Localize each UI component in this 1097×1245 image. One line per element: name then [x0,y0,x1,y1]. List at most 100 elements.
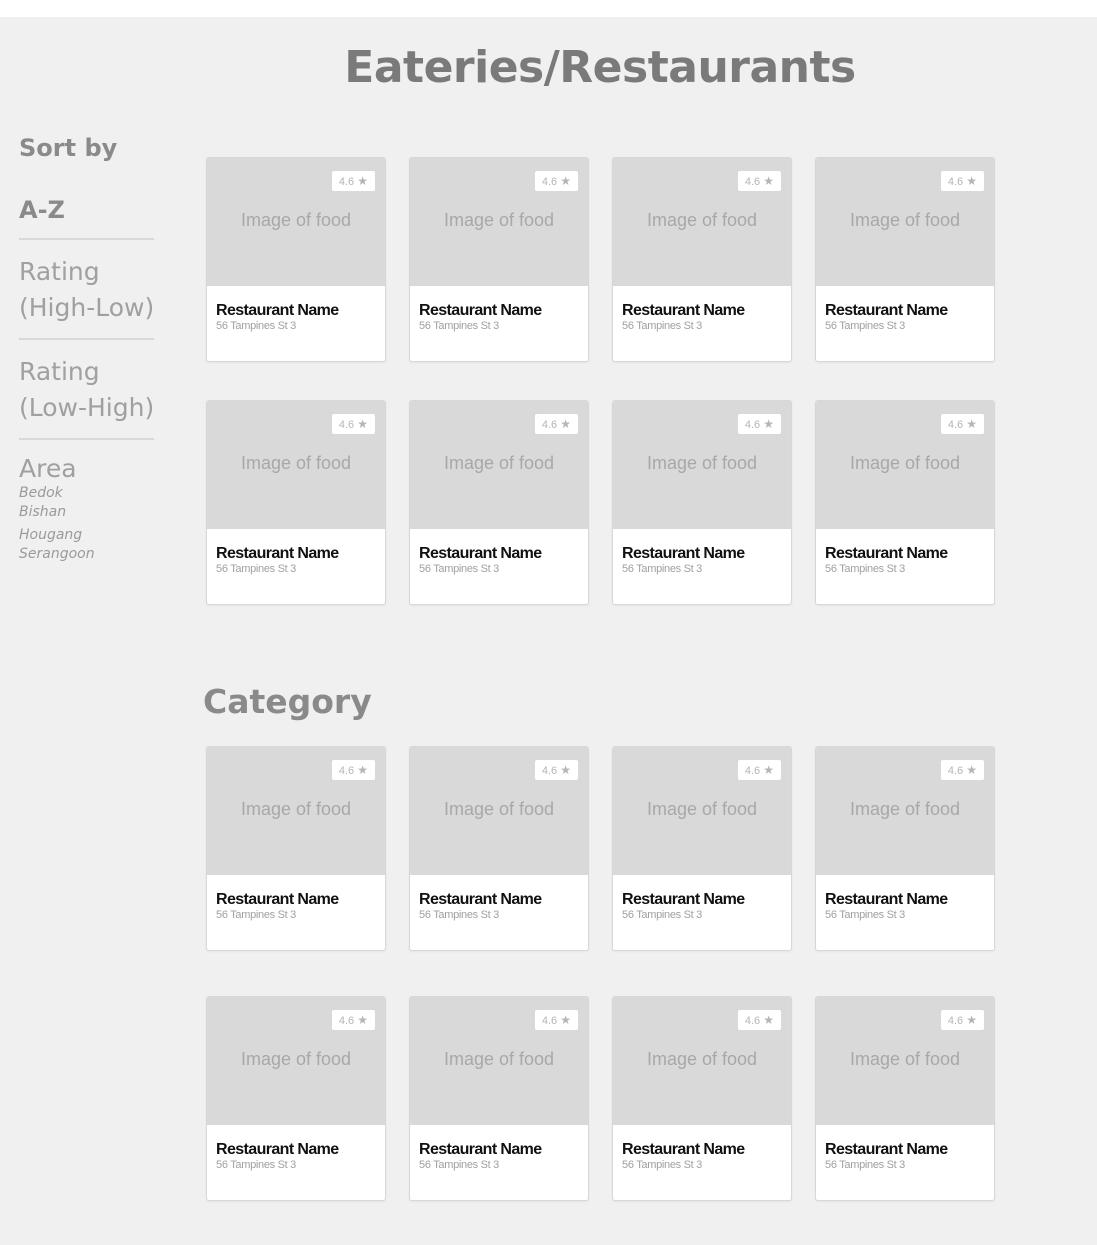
restaurant-name: Restaurant Name [419,545,542,562]
food-image-placeholder: 4.6 ★ Image of food [207,997,385,1125]
restaurant-address: 56 Tampines St 3 [419,320,499,332]
rating-value: 4.6 [947,419,964,431]
restaurant-card[interactable]: 4.6 ★ Image of food Restaurant Name 56 T… [815,996,995,1201]
rating-value: 4.6 [338,765,355,777]
restaurant-name: Restaurant Name [419,302,542,319]
food-image-placeholder: 4.6 ★ Image of food [410,997,588,1125]
restaurant-card[interactable]: 4.6 ★ Image of food Restaurant Name 56 T… [206,996,386,1201]
restaurant-card[interactable]: 4.6 ★ Image of food Restaurant Name 56 T… [612,746,792,951]
sort-option-rating-high-low[interactable]: Rating (High-Low) [19,254,169,326]
food-image-placeholder: 4.6 ★ Image of food [207,747,385,875]
restaurant-address: 56 Tampines St 3 [825,909,905,921]
restaurant-card[interactable]: 4.6 ★ Image of food Restaurant Name 56 T… [815,746,995,951]
restaurant-card[interactable]: 4.6 ★ Image of food Restaurant Name 56 T… [409,157,589,362]
restaurant-card[interactable]: 4.6 ★ Image of food Restaurant Name 56 T… [815,400,995,605]
sidebar-divider [19,438,154,440]
restaurant-name: Restaurant Name [825,302,948,319]
rating-badge: 4.6 ★ [534,1010,578,1030]
image-placeholder-text: Image of food [646,799,758,819]
restaurant-card[interactable]: 4.6 ★ Image of food Restaurant Name 56 T… [612,996,792,1201]
card-body: Restaurant Name 56 Tampines St 3 [410,529,588,576]
food-image-placeholder: 4.6 ★ Image of food [207,158,385,286]
rating-value: 4.6 [947,1015,964,1027]
card-body: Restaurant Name 56 Tampines St 3 [613,1125,791,1172]
star-icon: ★ [357,763,368,777]
image-placeholder-text: Image of food [849,210,961,230]
restaurant-card[interactable]: 4.6 ★ Image of food Restaurant Name 56 T… [612,400,792,605]
rating-value: 4.6 [744,765,761,777]
sort-option-a-z[interactable]: A-Z [19,194,169,226]
restaurant-card[interactable]: 4.6 ★ Image of food Restaurant Name 56 T… [206,157,386,362]
restaurant-address: 56 Tampines St 3 [419,1159,499,1171]
restaurant-address: 56 Tampines St 3 [216,1159,296,1171]
rating-badge: 4.6 ★ [737,414,781,434]
restaurant-address: 56 Tampines St 3 [622,563,702,575]
restaurant-name: Restaurant Name [825,1141,948,1158]
food-image-placeholder: 4.6 ★ Image of food [410,401,588,529]
rating-badge: 4.6 ★ [331,171,375,191]
star-icon: ★ [966,417,977,431]
food-image-placeholder: 4.6 ★ Image of food [613,158,791,286]
rating-value: 4.6 [338,176,355,188]
restaurant-name: Restaurant Name [216,891,339,908]
area-item-bedok[interactable]: Bedok [19,484,169,503]
image-placeholder-text: Image of food [240,799,352,819]
restaurant-address: 56 Tampines St 3 [216,563,296,575]
rating-badge: 4.6 ★ [331,760,375,780]
sort-sidebar: Sort by A-Z Rating (High-Low) Rating (Lo… [19,132,169,564]
food-image-placeholder: 4.6 ★ Image of food [816,158,994,286]
card-body: Restaurant Name 56 Tampines St 3 [816,529,994,576]
restaurant-card[interactable]: 4.6 ★ Image of food Restaurant Name 56 T… [409,996,589,1201]
rating-badge: 4.6 ★ [737,1010,781,1030]
sidebar-divider [19,338,154,340]
restaurant-name: Restaurant Name [216,302,339,319]
sort-option-rating-low-high[interactable]: Rating (Low-High) [19,354,169,426]
image-placeholder-text: Image of food [443,210,555,230]
restaurant-name: Restaurant Name [825,545,948,562]
restaurant-address: 56 Tampines St 3 [622,320,702,332]
image-placeholder-text: Image of food [443,453,555,473]
area-item-serangoon[interactable]: Serangoon [19,545,169,564]
restaurant-card[interactable]: 4.6 ★ Image of food Restaurant Name 56 T… [206,400,386,605]
restaurant-address: 56 Tampines St 3 [825,563,905,575]
image-placeholder-text: Image of food [443,799,555,819]
card-body: Restaurant Name 56 Tampines St 3 [207,875,385,922]
rating-value: 4.6 [541,765,558,777]
rating-value: 4.6 [947,765,964,777]
restaurant-card[interactable]: 4.6 ★ Image of food Restaurant Name 56 T… [409,400,589,605]
restaurant-grid: 4.6 ★ Image of food Restaurant Name 56 T… [206,157,996,605]
restaurant-card[interactable]: 4.6 ★ Image of food Restaurant Name 56 T… [815,157,995,362]
image-placeholder-text: Image of food [849,1049,961,1069]
image-placeholder-text: Image of food [646,210,758,230]
food-image-placeholder: 4.6 ★ Image of food [207,401,385,529]
card-body: Restaurant Name 56 Tampines St 3 [207,286,385,333]
restaurant-card[interactable]: 4.6 ★ Image of food Restaurant Name 56 T… [206,746,386,951]
card-body: Restaurant Name 56 Tampines St 3 [410,286,588,333]
restaurant-card[interactable]: 4.6 ★ Image of food Restaurant Name 56 T… [409,746,589,951]
star-icon: ★ [763,417,774,431]
restaurant-name: Restaurant Name [622,891,745,908]
card-body: Restaurant Name 56 Tampines St 3 [207,529,385,576]
card-body: Restaurant Name 56 Tampines St 3 [816,286,994,333]
star-icon: ★ [357,1013,368,1027]
area-item-bishan[interactable]: Bishan [19,503,169,522]
restaurant-card[interactable]: 4.6 ★ Image of food Restaurant Name 56 T… [612,157,792,362]
restaurant-address: 56 Tampines St 3 [216,909,296,921]
area-item-hougang[interactable]: Hougang [19,526,169,545]
card-body: Restaurant Name 56 Tampines St 3 [816,875,994,922]
star-icon: ★ [966,763,977,777]
star-icon: ★ [357,174,368,188]
restaurant-name: Restaurant Name [216,545,339,562]
rating-badge: 4.6 ★ [534,760,578,780]
restaurant-name: Restaurant Name [825,891,948,908]
star-icon: ★ [966,174,977,188]
restaurant-name: Restaurant Name [419,1141,542,1158]
rating-badge: 4.6 ★ [940,171,984,191]
card-body: Restaurant Name 56 Tampines St 3 [613,529,791,576]
rating-badge: 4.6 ★ [534,171,578,191]
star-icon: ★ [560,1013,571,1027]
card-body: Restaurant Name 56 Tampines St 3 [613,875,791,922]
image-placeholder-text: Image of food [849,799,961,819]
restaurant-name: Restaurant Name [622,545,745,562]
star-icon: ★ [763,763,774,777]
